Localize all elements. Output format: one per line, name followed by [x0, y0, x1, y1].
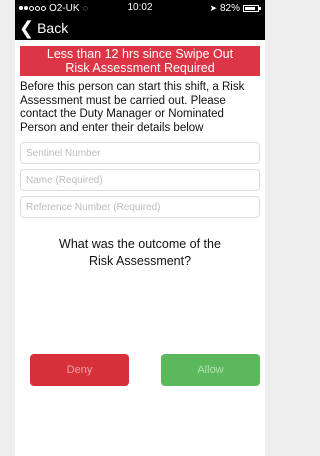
outcome-question: What was the outcome of the Risk Assessm… — [15, 236, 265, 270]
status-bar: O2-UK ◌ 10:02 ➤ 82% — [15, 0, 265, 16]
deny-button[interactable]: Deny — [30, 354, 129, 386]
instructions-text: Before this person can start this shift,… — [20, 81, 245, 134]
question-line-2: Risk Assessment? — [88, 254, 192, 268]
reference-placeholder: Reference Number (Required) — [26, 201, 161, 213]
action-buttons: Deny Allow — [30, 354, 260, 386]
name-placeholder: Name (Required) — [26, 174, 103, 186]
sentinel-number-input[interactable]: Sentinel Number — [20, 142, 260, 164]
alert-line-2: Risk Assessment Required — [65, 61, 215, 75]
chevron-left-icon: ❮ — [19, 18, 35, 38]
alert-banner: Less than 12 hrs since Swipe Out Risk As… — [20, 46, 260, 76]
reference-number-input[interactable]: Reference Number (Required) — [20, 196, 260, 218]
battery-icon — [243, 4, 259, 12]
name-input[interactable]: Name (Required) — [20, 169, 260, 191]
back-label: Back — [37, 20, 69, 36]
status-time: 10:02 — [127, 2, 153, 13]
allow-button[interactable]: Allow — [161, 354, 260, 386]
question-line-1: What was the outcome of the — [59, 237, 221, 251]
phone-screen: O2-UK ◌ 10:02 ➤ 82% ❮ Back Less than 12 … — [15, 0, 265, 456]
back-button[interactable]: ❮ Back — [15, 16, 265, 40]
sentinel-placeholder: Sentinel Number — [26, 147, 101, 159]
alert-line-1: Less than 12 hrs since Swipe Out — [46, 47, 234, 61]
